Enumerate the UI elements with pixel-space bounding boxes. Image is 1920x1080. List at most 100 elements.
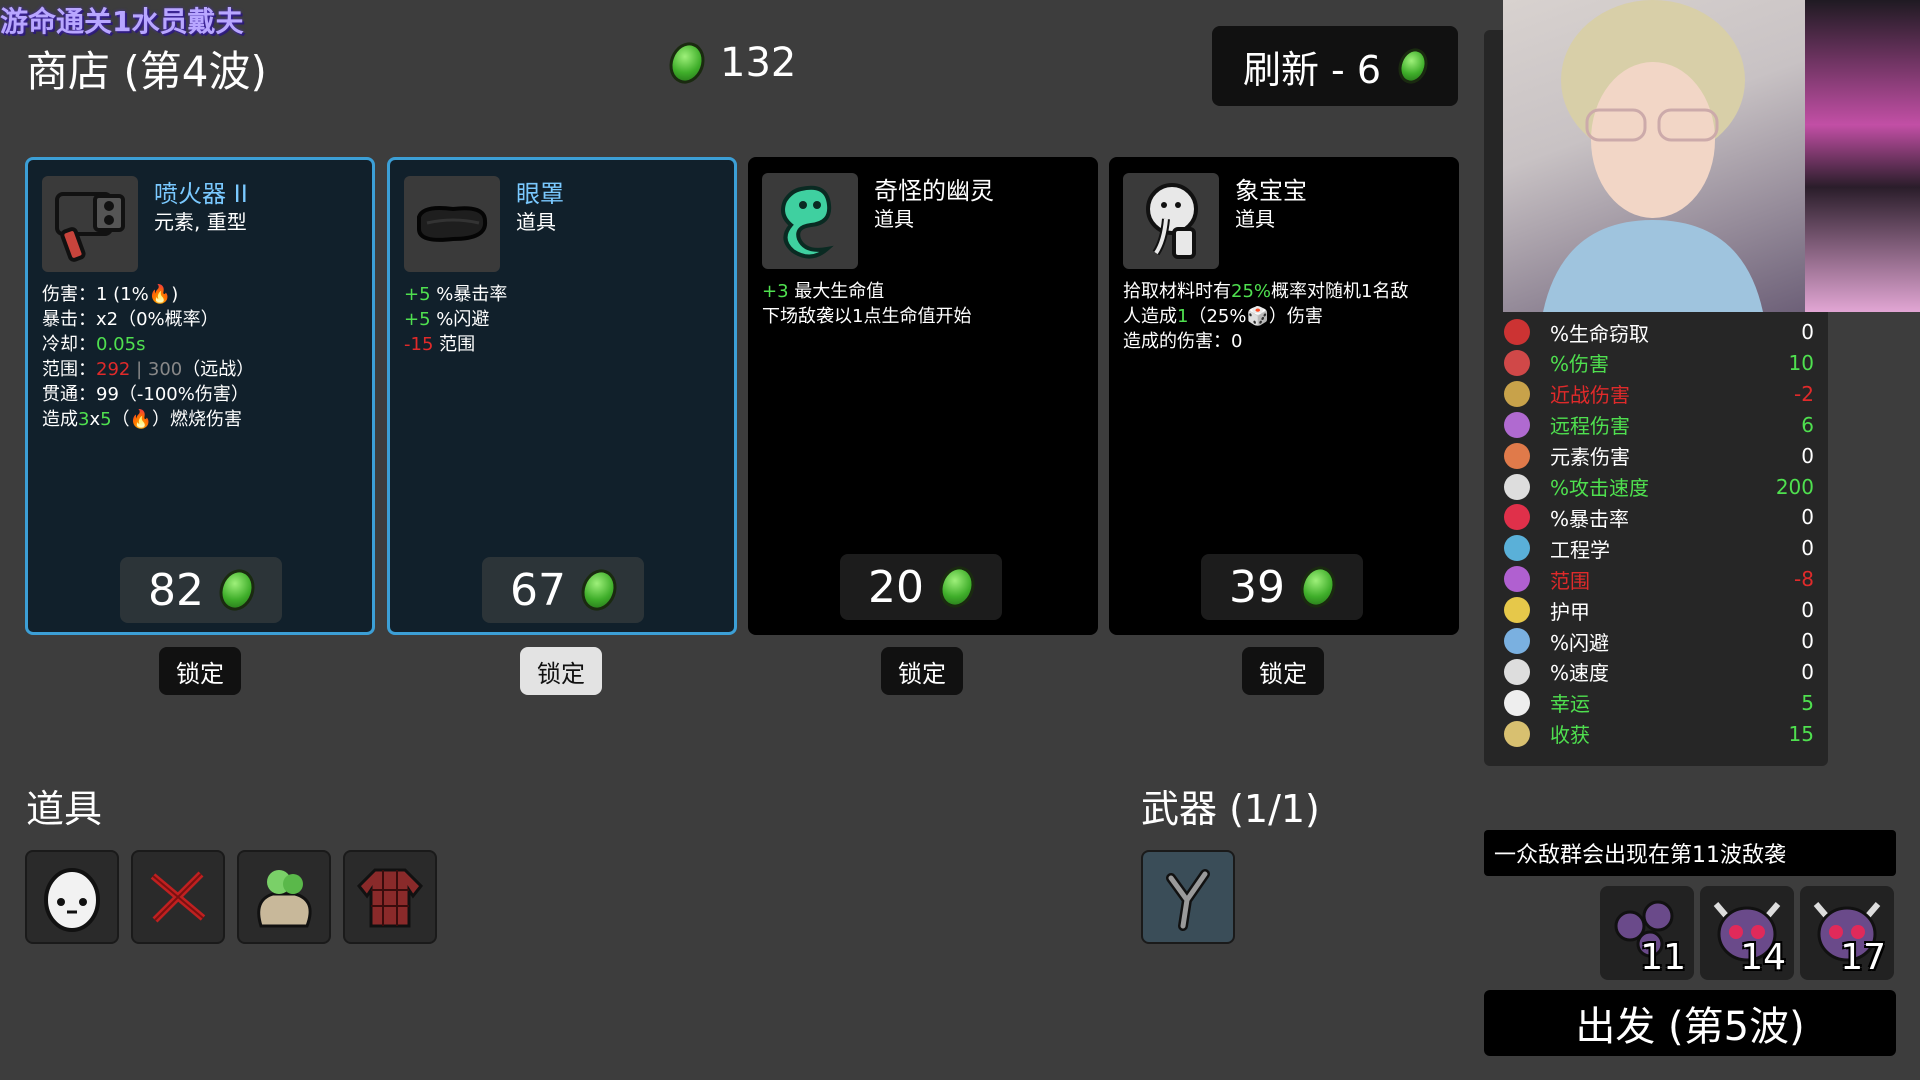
currency-display: 132 <box>663 37 797 89</box>
material-gem-icon <box>213 564 261 616</box>
stat-row[interactable]: %攻击速度 200 <box>1504 473 1814 501</box>
stat-row[interactable]: 远程伤害 6 <box>1504 411 1814 439</box>
price-tag: 67 <box>482 557 644 623</box>
stat-row[interactable]: 范围 -8 <box>1504 565 1814 593</box>
heart-drop-icon <box>1504 319 1530 345</box>
card-description: 伤害：1 (1%🔥) 暴击：x2（0%概率） 冷却：0.05s 范围：292 | 30… <box>42 282 362 432</box>
price-value: 67 <box>510 564 566 616</box>
description-line: -15 范围 <box>404 334 476 355</box>
material-gem-icon <box>933 561 981 613</box>
stat-label: 护甲 <box>1550 599 1590 624</box>
description-line: 造成的伤害：0 <box>1123 331 1243 352</box>
flamethrower-icon <box>42 176 138 272</box>
dodge-icon <box>1504 628 1530 654</box>
wrench-icon <box>1504 535 1530 562</box>
stat-row[interactable]: 近战伤害 -2 <box>1504 380 1814 408</box>
card-description: +3 最大生命值下场敌袭以1点生命值开始 <box>762 279 1088 329</box>
stat-label: %伤害 <box>1550 352 1610 377</box>
stat-value: 0 <box>1801 536 1814 561</box>
shop-card-blindfold[interactable]: 眼罩 道具 +5 %暴击率 +5 %闪避 -15 范围 67 <box>387 157 737 635</box>
lock-button-card-2[interactable]: 锁定 <box>520 647 602 695</box>
price-value: 20 <box>868 561 924 613</box>
sword-icon <box>1504 380 1530 407</box>
enemy-wave-indicator: 11 <box>1600 886 1694 980</box>
stat-row[interactable]: %伤害 10 <box>1504 349 1814 377</box>
card-type: 道具 <box>1235 207 1275 231</box>
wheat-icon <box>1504 720 1530 747</box>
shop-card-baby-elephant[interactable]: 象宝宝 道具 拾取材料时有25%概率对随机1名敌 人造成1（25%🎲）伤害 造成的伤… <box>1109 157 1459 635</box>
bow-icon <box>1504 411 1530 438</box>
stat-value: 10 <box>1788 350 1814 375</box>
weapon-slot-slingshot[interactable] <box>1141 850 1235 944</box>
item-slot-cross-scar[interactable] <box>131 850 225 944</box>
currency-amount: 132 <box>720 40 797 86</box>
stat-row[interactable]: 元素伤害 0 <box>1504 442 1814 470</box>
item-slot-sack[interactable] <box>237 850 331 944</box>
description-line: 拾取材料时有25%概率对随机1名敌 <box>1123 281 1409 302</box>
price-tag: 82 <box>120 557 282 623</box>
material-gem-icon <box>1393 44 1433 88</box>
stat-value: -8 <box>1794 567 1814 592</box>
reroll-button[interactable]: 刷新 - 6 <box>1212 26 1458 106</box>
shop-card-strange-ghost[interactable]: 奇怪的幽灵 道具 +3 最大生命值 下场敌袭以1点生命值开始 20 <box>748 157 1098 635</box>
stream-overlay-text: 游命通关1水员戴夫 <box>0 5 244 38</box>
card-type: 道具 <box>516 210 556 234</box>
card-type: 元素, 重型 <box>154 210 247 234</box>
stat-row[interactable]: %闪避 0 <box>1504 627 1814 655</box>
price-tag: 20 <box>840 554 1002 620</box>
lock-button-card-1[interactable]: 锁定 <box>159 647 241 695</box>
stat-row[interactable]: 工程学 0 <box>1504 534 1814 562</box>
boot-icon <box>1504 658 1530 685</box>
stat-label: 工程学 <box>1550 537 1610 562</box>
price-tag: 39 <box>1201 554 1363 620</box>
blindfold-icon <box>404 176 500 272</box>
description-line: 贯通：99（-100%伤害） <box>42 384 249 405</box>
price-value: 39 <box>1229 561 1285 613</box>
enemy-wave-indicator: 14 <box>1700 886 1794 980</box>
item-slot-plaid-shirt[interactable] <box>343 850 437 944</box>
stat-value: 0 <box>1801 659 1814 684</box>
stat-label: %生命窃取 <box>1550 321 1650 346</box>
stat-value: 0 <box>1801 320 1814 344</box>
description-line: 下场敌袭以1点生命值开始 <box>762 306 972 327</box>
webcam-background <box>1805 0 1920 312</box>
description-line: +5 %闪避 <box>404 309 490 330</box>
description-line: 暴击：x2（0%概率） <box>42 309 219 330</box>
lock-button-card-4[interactable]: 锁定 <box>1242 647 1324 695</box>
stat-row[interactable]: 收获 15 <box>1504 720 1814 748</box>
slingshot-icon <box>1166 869 1210 931</box>
shop-card-flamethrower[interactable]: 喷火器 II 元素, 重型 伤害：1 (1%🔥) 暴击：x2（0%概率） 冷却：0.… <box>25 157 375 635</box>
shop-title: 商店 (第4波) <box>26 47 267 96</box>
description-line: +3 最大生命值 <box>762 281 885 302</box>
stat-value: 0 <box>1801 443 1814 468</box>
stat-row[interactable]: 幸运 5 <box>1504 689 1814 717</box>
stat-row[interactable]: %速度 0 <box>1504 658 1814 686</box>
range-icon <box>1504 566 1530 593</box>
stat-row[interactable]: %生命窃取 0 <box>1504 318 1814 346</box>
elephant-icon <box>1123 173 1219 269</box>
stat-label: 远程伤害 <box>1550 414 1630 439</box>
stat-label: %攻击速度 <box>1550 476 1650 500</box>
stat-label: %速度 <box>1550 661 1610 686</box>
stat-value: 0 <box>1801 629 1814 653</box>
stat-value: 0 <box>1801 505 1814 530</box>
enemy-wave-number: 11 <box>1640 937 1686 978</box>
stat-row[interactable]: %暴击率 0 <box>1504 503 1814 531</box>
card-name: 喷火器 II <box>154 180 248 208</box>
description-line: 冷却：0.05s <box>42 334 146 355</box>
go-next-wave-button[interactable]: 出发 (第5波) <box>1484 990 1896 1056</box>
enemy-wave-number: 17 <box>1840 937 1886 978</box>
lock-button-card-3[interactable]: 锁定 <box>881 647 963 695</box>
enemy-wave-indicator: 17 <box>1800 886 1894 980</box>
stat-label: 元素伤害 <box>1550 445 1630 470</box>
stat-row[interactable]: 护甲 0 <box>1504 596 1814 624</box>
weapons-section-title: 武器 (1/1) <box>1141 787 1320 831</box>
stat-value: 200 <box>1775 474 1814 499</box>
stat-label: 范围 <box>1550 568 1590 593</box>
card-type: 道具 <box>874 207 914 231</box>
item-slot-egg[interactable] <box>25 850 119 944</box>
description-line: +5 %暴击率 <box>404 284 508 305</box>
crit-icon <box>1504 504 1530 531</box>
stat-label: %暴击率 <box>1550 506 1630 531</box>
material-gem-icon <box>575 564 623 616</box>
